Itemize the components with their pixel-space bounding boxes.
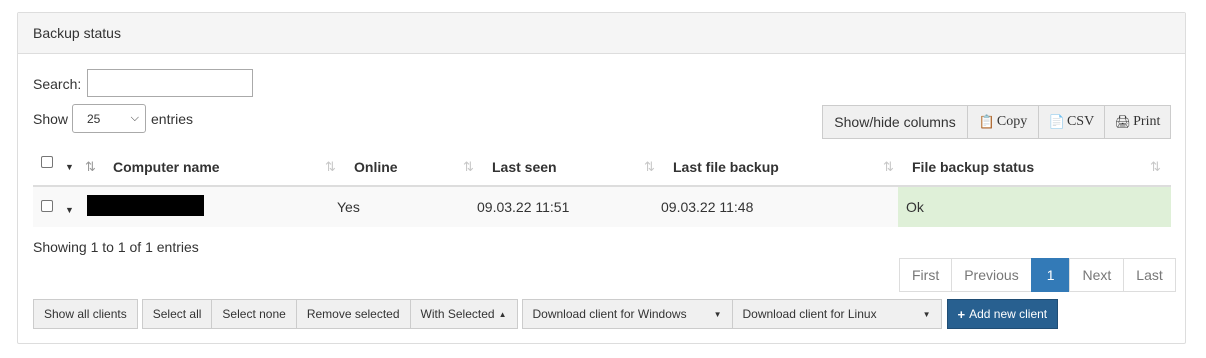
entries-select[interactable]: 25 ⌵ [72,104,146,133]
print-label: Print [1133,114,1161,129]
sort-icon: ⇅ [325,159,336,174]
column-header-online[interactable]: Online [354,159,398,175]
cell-online: Yes [337,199,360,215]
cell-last-file-backup: 09.03.22 11:48 [661,199,754,215]
show-label: Show [33,111,69,127]
download-linux-select[interactable]: Download client for Linux ▼ [731,299,942,329]
show-hide-columns-button[interactable]: Show/hide columns [822,105,968,139]
column-header-computer-name[interactable]: Computer name [113,159,220,175]
page-previous[interactable]: Previous [951,258,1032,292]
backup-status-panel: Backup status Search: Show 25 ⌵ entries … [17,12,1186,344]
table-info: Showing 1 to 1 of 1 entries [33,239,199,255]
add-new-client-button[interactable]: + Add new client [946,299,1059,329]
with-selected-label: With Selected [420,307,495,321]
action-bar: Show all clients Select all Select none … [33,299,1059,329]
caret-down-icon: ▼ [713,309,722,319]
download-windows-label: Download client for Windows [532,307,687,321]
entries-selected-value: 25 [87,112,101,126]
copy-button[interactable]: 📋 Copy [967,105,1039,139]
status-cell-ok [898,187,1171,227]
page-last[interactable]: Last [1123,258,1176,292]
with-selected-button[interactable]: With Selected ▲ [409,299,518,329]
sort-icon: ⇅ [644,159,655,174]
select-all-checkbox[interactable] [41,156,53,168]
print-button[interactable]: 🖨 Print [1104,105,1171,139]
sort-icon: ⇅ [883,159,894,174]
search-input[interactable] [87,69,253,97]
sort-icon: ⇅ [463,159,474,174]
search-label: Search: [33,76,82,92]
export-button-group: Show/hide columns 📋 Copy 📄 CSV 🖨 Print [822,105,1171,139]
show-hide-columns-label: Show/hide columns [834,114,956,130]
add-new-client-label: Add new client [969,307,1048,321]
table-row[interactable]: ▼ Yes 09.03.22 11:51 09.03.22 11:48 Ok [33,187,1171,227]
page-first[interactable]: First [899,258,953,292]
caret-down-icon[interactable]: ▼ [65,205,74,215]
table-header: ▼ ⇅ Computer name ⇅ Online ⇅ Last seen ⇅… [33,151,1171,187]
copy-label: Copy [996,114,1028,129]
column-header-last-seen[interactable]: Last seen [492,159,557,175]
select-none-button[interactable]: Select none [211,299,297,329]
download-linux-label: Download client for Linux [742,307,877,321]
caret-down-icon[interactable]: ▼ [65,162,74,172]
show-all-clients-button[interactable]: Show all clients [33,299,138,329]
sort-asc-icon: ⇅ [85,159,96,174]
cell-file-backup-status: Ok [906,199,924,215]
cell-last-seen: 09.03.22 11:51 [477,199,570,215]
plus-icon: + [957,306,966,322]
file-csv-icon: 📄 [1048,114,1065,129]
page-next[interactable]: Next [1069,258,1125,292]
column-header-last-file-backup[interactable]: Last file backup [673,159,779,175]
csv-label: CSV [1066,114,1095,129]
page-current[interactable]: 1 [1030,258,1071,292]
column-header-file-backup-status[interactable]: File backup status [912,159,1034,175]
row-checkbox[interactable] [41,200,53,212]
sort-icon: ⇅ [1150,159,1161,174]
printer-icon: 🖨 [1114,114,1132,129]
copy-icon: 📋 [978,114,995,129]
csv-button[interactable]: 📄 CSV [1038,105,1105,139]
caret-down-icon: ▼ [922,309,931,319]
entries-label: entries [151,111,194,127]
chevron-down-icon: ⌵ [130,112,139,124]
select-all-button[interactable]: Select all [141,299,213,329]
panel-title: Backup status [18,13,1185,54]
pagination: First Previous 1 Next Last [899,258,1176,292]
download-windows-select[interactable]: Download client for Windows ▼ [521,299,733,329]
caret-up-icon: ▲ [498,309,507,319]
redacted-computer-name [87,195,204,216]
remove-selected-button[interactable]: Remove selected [295,299,411,329]
